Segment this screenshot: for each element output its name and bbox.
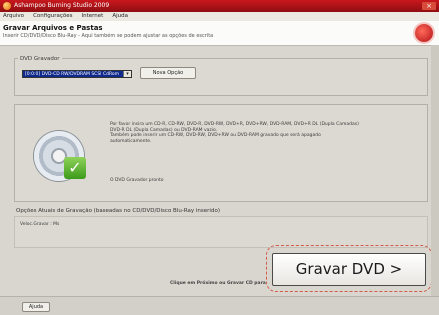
footer-bar: [0, 296, 439, 315]
drive-select[interactable]: [0:0:0] DVD-CD RW/DVDRAM SCSI CdRom ▾: [22, 70, 132, 78]
disc-instructions: Por favor insira um CD-R, CD-RW, DVD-R, …: [110, 122, 410, 144]
write-options-panel: [14, 216, 428, 248]
burn-dvd-button[interactable]: Gravar DVD >: [272, 253, 426, 286]
disc-illustration: ✓: [30, 117, 98, 192]
window-title: Ashampoo Burning Studio 2009: [14, 2, 110, 9]
page-subtitle: Inserir CD/DVD/Disco Blu-Ray - Aqui tamb…: [3, 33, 214, 39]
drive-select-value: [0:0:0] DVD-CD RW/DVDRAM SCSI CdRom: [25, 72, 120, 77]
chevron-down-icon[interactable]: ▾: [123, 71, 131, 77]
burn-button-highlight: Gravar DVD >: [266, 245, 432, 292]
app-icon: [3, 2, 11, 10]
window-titlebar: Ashampoo Burning Studio 2009 ×: [0, 0, 439, 12]
close-window-button[interactable]: ×: [422, 2, 436, 10]
page-header: Gravar Arquivos e Pastas Inserir CD/DVD/…: [0, 21, 439, 46]
write-options-label: Opções Atuais de Gravação (baseadas no C…: [16, 208, 220, 214]
refresh-drive-button[interactable]: Nova Opção: [140, 67, 196, 79]
footer-hint: Clique em Próximo ou Gravar CD para: [170, 281, 266, 286]
menu-bar: Arquivo Configurações Internet Ajuda: [0, 12, 439, 21]
menu-item-arquivo[interactable]: Arquivo: [3, 12, 24, 21]
write-speed-label: Veloc.Gravar : Ms: [20, 222, 60, 227]
window-edge: [431, 45, 439, 296]
menu-item-ajuda[interactable]: Ajuda: [112, 12, 128, 21]
page-title: Gravar Arquivos e Pastas: [3, 24, 103, 32]
help-button[interactable]: Ajuda: [22, 302, 50, 312]
disc-instructions-line4: automaticamente.: [110, 138, 152, 144]
drive-status: O DVD Gravador pronto: [110, 178, 164, 183]
menu-item-internet[interactable]: Internet: [81, 12, 103, 21]
menu-item-configuracoes[interactable]: Configurações: [33, 12, 72, 21]
brand-logo-icon: [415, 24, 433, 42]
drive-group-label: DVD Gravador: [18, 56, 62, 62]
checkmark-icon: ✓: [64, 157, 86, 179]
